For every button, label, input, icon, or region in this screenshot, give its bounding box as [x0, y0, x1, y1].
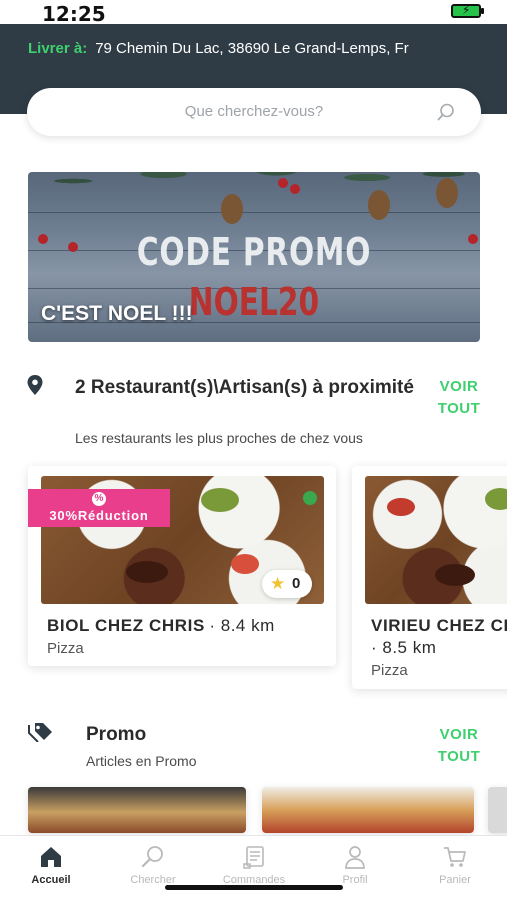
discount-badge: % 30%Réduction	[28, 489, 170, 527]
nav-search[interactable]: Chercher	[103, 844, 203, 886]
promo-item-card[interactable]	[488, 787, 507, 833]
promo-title: CODE PROMO	[136, 230, 372, 274]
promo-item-card[interactable]	[262, 787, 474, 833]
delivery-address-row[interactable]: Livrer à: 79 Chemin Du Lac, 38690 Le Gran…	[28, 40, 409, 57]
nav-profile[interactable]: Profil	[305, 844, 405, 886]
discount-icon: %	[92, 492, 106, 506]
garland-decoration	[28, 172, 480, 230]
home-indicator	[165, 885, 343, 890]
nearby-section-subtitle: Les restaurants les plus proches de chez…	[75, 430, 363, 446]
tag-icon	[28, 723, 52, 742]
promo-item-card[interactable]	[28, 787, 246, 833]
star-icon: ★	[270, 574, 286, 593]
nearby-see-all-button[interactable]: VOIR TOUT	[428, 376, 490, 420]
search-bar[interactable]: Que cherchez-vous?	[27, 88, 481, 136]
restaurant-distance: · 8.4 km	[209, 616, 275, 635]
nav-label: Accueil	[31, 874, 71, 886]
profile-icon	[345, 846, 365, 869]
promo-section-subtitle: Articles en Promo	[86, 753, 197, 769]
restaurant-image	[365, 476, 507, 604]
rating-badge: ★ 0	[262, 570, 312, 598]
deliver-label: Livrer à:	[28, 40, 88, 57]
promo-banner[interactable]: CODE PROMO NOEL20 C'EST NOEL !!!	[28, 172, 480, 342]
see-all-label-1: VOIR	[439, 378, 479, 395]
nav-cart[interactable]: Panier	[405, 844, 505, 886]
discount-label: 30%Réduction	[49, 508, 149, 523]
see-all-label-2: TOUT	[437, 748, 481, 765]
deliver-address: 79 Chemin Du Lac, 38690 Le Grand-Lemps, …	[95, 40, 409, 57]
status-bar: 12:25 ⚡	[0, 0, 507, 26]
restaurant-distance: · 8.5 km	[371, 638, 437, 657]
status-time: 12:25	[42, 2, 106, 26]
restaurant-name: BIOL CHEZ CHRIS	[47, 616, 205, 635]
home-icon	[41, 847, 61, 867]
location-pin-icon	[27, 375, 43, 395]
see-all-label-2: TOUT	[437, 400, 481, 417]
cart-icon	[444, 847, 466, 867]
nearby-section-title: 2 Restaurant(s)\Artisan(s) à proximité	[75, 377, 414, 398]
battery-icon: ⚡	[451, 3, 484, 18]
search-icon	[141, 846, 163, 868]
search-placeholder: Que cherchez-vous?	[184, 103, 324, 120]
nav-label: Panier	[439, 874, 471, 886]
bottom-navigation: Accueil Chercher Commandes Profil Panier	[0, 835, 507, 900]
restaurant-name: VIRIEU CHEZ CHRIS	[371, 616, 507, 635]
restaurant-card[interactable]: VIRIEU CHEZ CHRIS · 8.5 km Pizza	[352, 466, 507, 689]
search-icon[interactable]	[437, 103, 455, 121]
restaurant-category: Pizza	[371, 662, 408, 679]
restaurant-category: Pizza	[47, 640, 84, 657]
banner-caption: C'EST NOEL !!!	[41, 302, 193, 325]
orders-icon	[243, 846, 264, 869]
promo-section-title: Promo	[86, 724, 147, 745]
nav-orders[interactable]: Commandes	[204, 844, 304, 886]
rating-value: 0	[292, 575, 301, 592]
see-all-label-1: VOIR	[439, 726, 479, 743]
nav-home[interactable]: Accueil	[1, 844, 101, 886]
promo-see-all-button[interactable]: VOIR TOUT	[428, 724, 490, 768]
restaurant-name-row: BIOL CHEZ CHRIS · 8.4 km	[47, 616, 275, 636]
